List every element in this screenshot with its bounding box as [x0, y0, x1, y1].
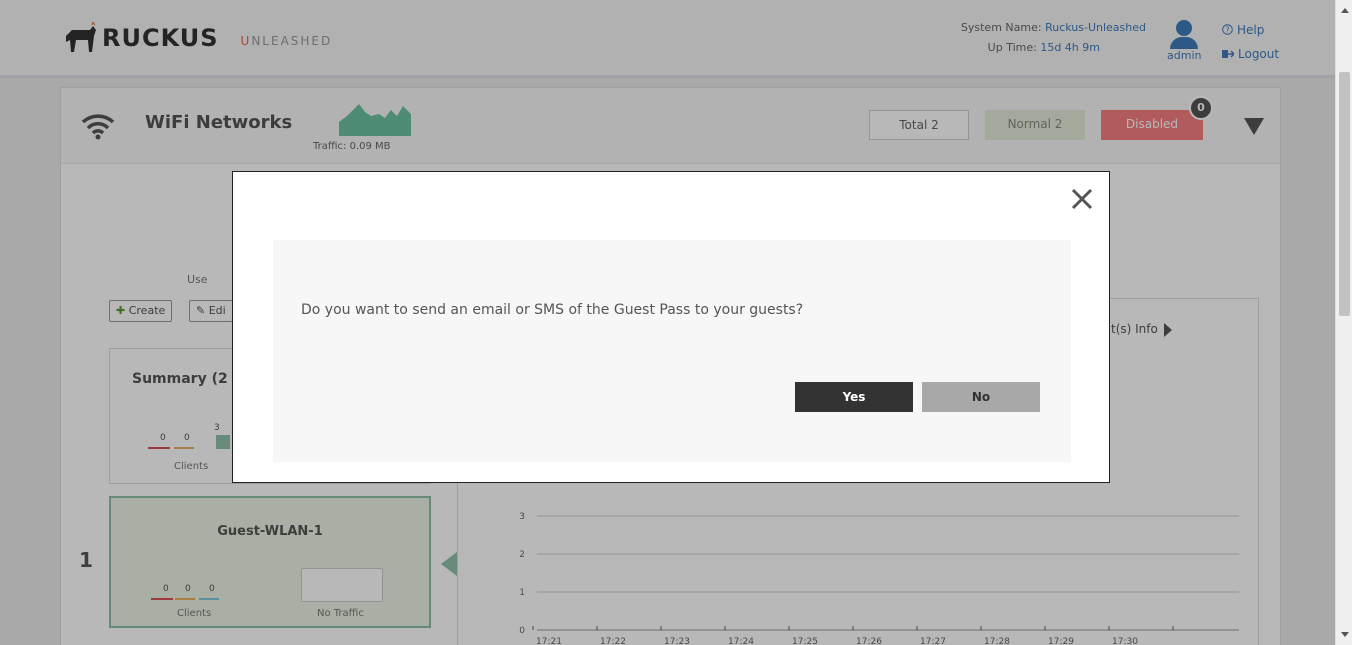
scroll-up-icon[interactable] — [1341, 8, 1349, 13]
dialog-message: Do you want to send an email or SMS of t… — [301, 302, 804, 318]
no-button[interactable]: No — [922, 382, 1040, 412]
scroll-thumb[interactable] — [1339, 72, 1350, 316]
scrollbar[interactable] — [1335, 0, 1352, 645]
guest-pass-dialog: Do you want to send an email or SMS of t… — [232, 171, 1110, 483]
scroll-down-icon[interactable] — [1341, 632, 1349, 637]
yes-button[interactable]: Yes — [795, 382, 913, 412]
close-icon[interactable] — [1069, 186, 1095, 212]
dialog-body: Do you want to send an email or SMS of t… — [273, 240, 1071, 462]
